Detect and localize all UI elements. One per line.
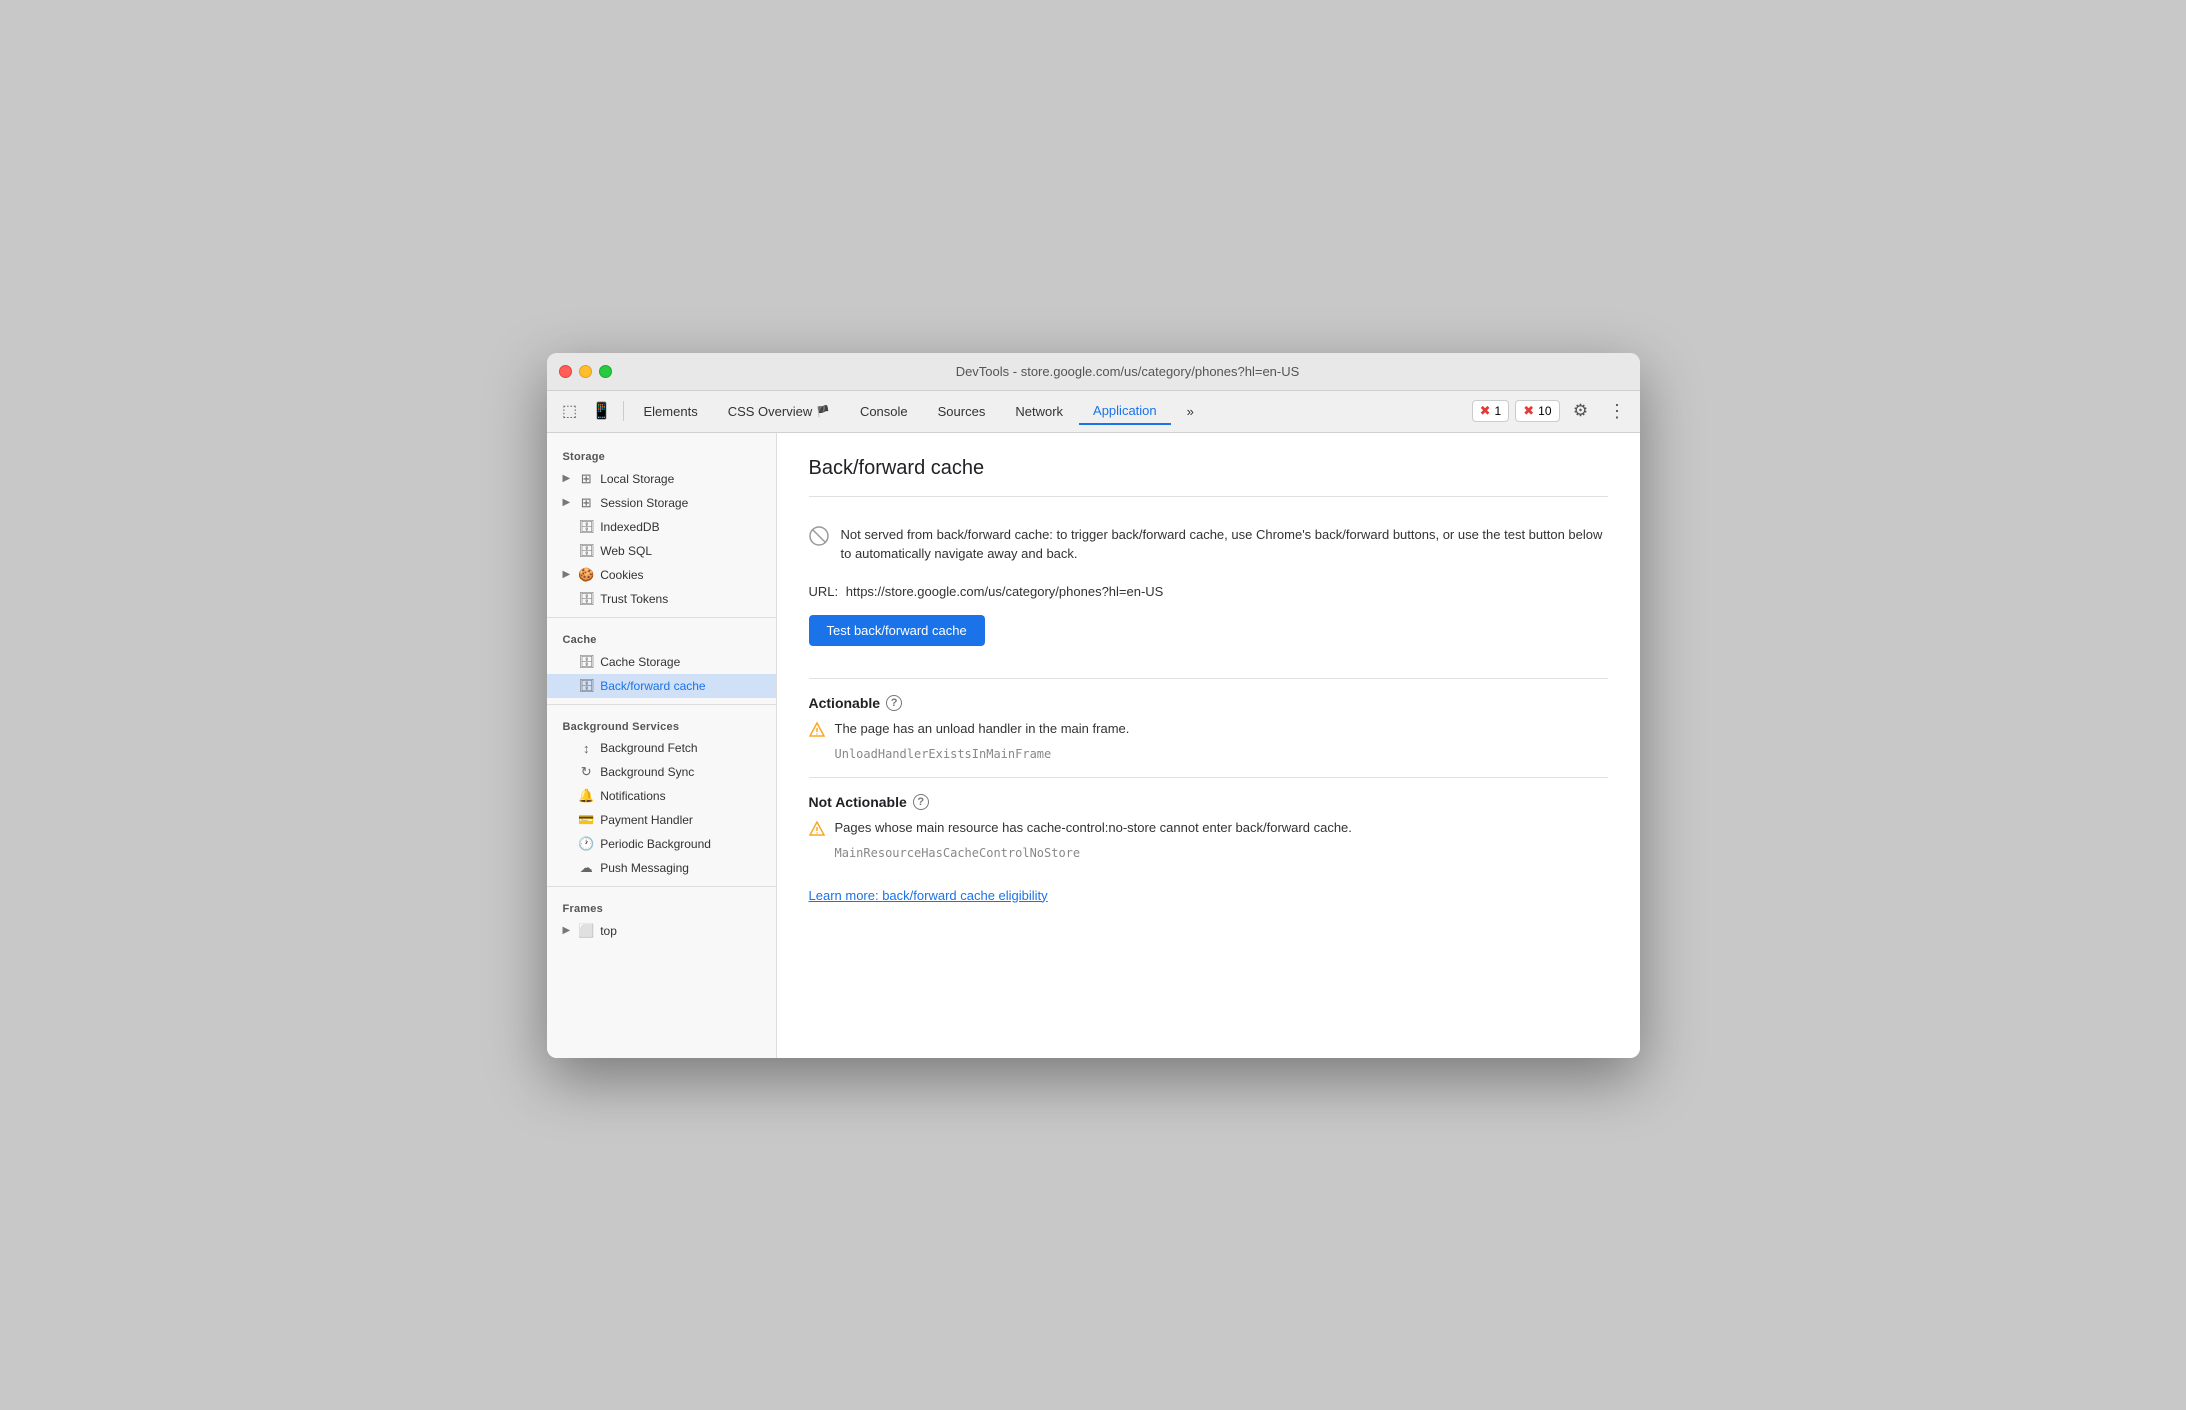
sidebar-item-background-fetch[interactable]: ▶ ↕ Background Fetch (547, 737, 776, 760)
payment-handler-icon: 💳 (578, 812, 594, 828)
tab-console[interactable]: Console (846, 397, 922, 425)
web-sql-icon: 🗄 (578, 543, 594, 559)
not-actionable-heading: Not Actionable ? (809, 794, 1608, 810)
error-icon: ✖ (1480, 403, 1491, 419)
sidebar-divider-3 (547, 886, 776, 887)
not-actionable-warning-row: Pages whose main resource has cache-cont… (809, 820, 1608, 842)
actionable-heading: Actionable ? (809, 695, 1608, 711)
minimize-button[interactable] (579, 365, 592, 378)
frame-icon: ⬜ (578, 923, 594, 939)
actionable-warning-text: The page has an unload handler in the ma… (835, 721, 1130, 736)
indexeddb-icon: 🗄 (578, 519, 594, 535)
toolbar: ⬚ 📱 Elements CSS Overview 🏴 Console Sour… (547, 391, 1640, 433)
divider-1 (809, 496, 1608, 497)
sidebar-item-push-messaging[interactable]: ▶ ☁ Push Messaging (547, 856, 776, 880)
url-label: URL: (809, 584, 839, 599)
sidebar-item-trust-tokens[interactable]: ▶ 🗄 Trust Tokens (547, 587, 776, 611)
session-storage-icon: ⊞ (578, 495, 594, 511)
background-sync-icon: ↻ (578, 764, 594, 780)
sidebar-item-back-forward-cache[interactable]: ▶ 🗄 Back/forward cache (547, 674, 776, 698)
tab-sources[interactable]: Sources (924, 397, 1000, 425)
sidebar: Storage ▶ ⊞ Local Storage ▶ ⊞ Session St… (547, 433, 777, 1058)
actionable-code: UnloadHandlerExistsInMainFrame (835, 747, 1608, 761)
settings-button[interactable]: ⚙ (1566, 397, 1596, 425)
sidebar-item-notifications[interactable]: ▶ 🔔 Notifications (547, 784, 776, 808)
back-forward-cache-icon: 🗄 (578, 678, 594, 694)
tab-more[interactable]: » (1173, 397, 1208, 425)
devtools-window: DevTools - store.google.com/us/category/… (547, 353, 1640, 1058)
not-served-text: Not served from back/forward cache: to t… (841, 525, 1608, 564)
toolbar-divider (623, 401, 624, 421)
local-storage-icon: ⊞ (578, 471, 594, 487)
periodic-background-icon: 🕐 (578, 836, 594, 852)
warning-badge[interactable]: ✖ 10 (1515, 400, 1559, 422)
sidebar-item-web-sql[interactable]: ▶ 🗄 Web SQL (547, 539, 776, 563)
more-options-button[interactable]: ⋮ (1602, 397, 1632, 425)
error-badge[interactable]: ✖ 1 (1472, 400, 1510, 422)
sidebar-section-frames: Frames (547, 893, 776, 919)
not-actionable-warning-text: Pages whose main resource has cache-cont… (835, 820, 1352, 835)
not-actionable-code: MainResourceHasCacheControlNoStore (835, 846, 1608, 860)
sidebar-item-session-storage[interactable]: ▶ ⊞ Session Storage (547, 491, 776, 515)
learn-more-link[interactable]: Learn more: back/forward cache eligibili… (809, 888, 1048, 903)
tab-css-overview[interactable]: CSS Overview 🏴 (714, 397, 844, 425)
not-actionable-help-icon[interactable]: ? (913, 794, 929, 810)
warning-triangle-icon (809, 722, 825, 743)
tab-network[interactable]: Network (1001, 397, 1077, 425)
divider-3 (809, 777, 1608, 778)
cache-storage-icon: 🗄 (578, 654, 594, 670)
sidebar-section-bg-services: Background Services (547, 711, 776, 737)
content-area: Back/forward cache Not served from back/… (777, 433, 1640, 1058)
close-button[interactable] (559, 365, 572, 378)
select-tool-button[interactable]: ⬚ (555, 397, 585, 425)
sidebar-item-background-sync[interactable]: ▶ ↻ Background Sync (547, 760, 776, 784)
test-cache-button[interactable]: Test back/forward cache (809, 615, 985, 646)
sidebar-item-cache-storage[interactable]: ▶ 🗄 Cache Storage (547, 650, 776, 674)
push-messaging-icon: ☁ (578, 860, 594, 876)
sidebar-divider-1 (547, 617, 776, 618)
main-area: Storage ▶ ⊞ Local Storage ▶ ⊞ Session St… (547, 433, 1640, 1058)
actionable-help-icon[interactable]: ? (886, 695, 902, 711)
sidebar-item-periodic-background[interactable]: ▶ 🕐 Periodic Background (547, 832, 776, 856)
css-overview-icon: 🏴 (816, 405, 830, 418)
sidebar-item-indexeddb[interactable]: ▶ 🗄 IndexedDB (547, 515, 776, 539)
sidebar-section-cache: Cache (547, 624, 776, 650)
device-toolbar-button[interactable]: 📱 (587, 397, 617, 425)
warning-triangle-icon-2 (809, 821, 825, 842)
expand-icon: ▶ (563, 925, 571, 936)
page-title: Back/forward cache (809, 457, 1608, 480)
warning-icon: ✖ (1523, 403, 1534, 419)
url-line: URL: https://store.google.com/us/categor… (809, 584, 1608, 599)
sidebar-item-local-storage[interactable]: ▶ ⊞ Local Storage (547, 467, 776, 491)
tab-application[interactable]: Application (1079, 397, 1171, 425)
window-title: DevTools - store.google.com/us/category/… (628, 364, 1628, 379)
titlebar: DevTools - store.google.com/us/category/… (547, 353, 1640, 391)
sidebar-section-storage: Storage (547, 441, 776, 467)
sidebar-divider-2 (547, 704, 776, 705)
trust-tokens-icon: 🗄 (578, 591, 594, 607)
notifications-icon: 🔔 (578, 788, 594, 804)
tab-elements[interactable]: Elements (630, 397, 712, 425)
sidebar-item-cookies[interactable]: ▶ 🍪 Cookies (547, 563, 776, 587)
traffic-lights (559, 365, 612, 378)
actionable-warning-row: The page has an unload handler in the ma… (809, 721, 1608, 743)
sidebar-item-payment-handler[interactable]: ▶ 💳 Payment Handler (547, 808, 776, 832)
expand-icon: ▶ (563, 497, 571, 508)
url-value: https://store.google.com/us/category/pho… (846, 584, 1164, 599)
expand-icon: ▶ (563, 569, 571, 580)
expand-icon: ▶ (563, 473, 571, 484)
not-served-info: Not served from back/forward cache: to t… (809, 513, 1608, 576)
cookies-icon: 🍪 (578, 567, 594, 583)
divider-2 (809, 678, 1608, 679)
blocked-icon (809, 526, 829, 552)
background-fetch-icon: ↕ (578, 741, 594, 756)
sidebar-item-top-frame[interactable]: ▶ ⬜ top (547, 919, 776, 943)
maximize-button[interactable] (599, 365, 612, 378)
toolbar-right: ✖ 1 ✖ 10 ⚙ ⋮ (1472, 397, 1632, 425)
